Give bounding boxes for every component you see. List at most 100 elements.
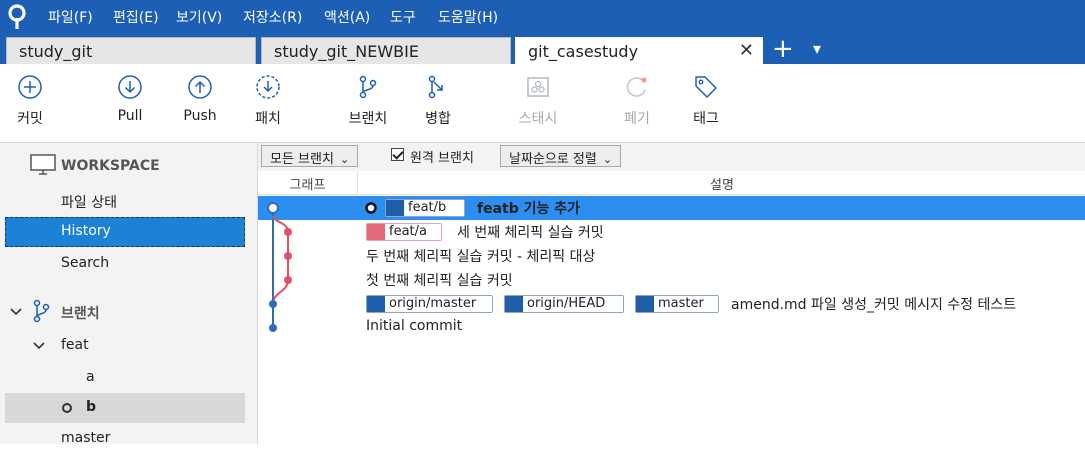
tag-label: 태그 <box>693 111 719 127</box>
graph-node <box>284 228 292 236</box>
branch-button[interactable]: 브랜치 <box>338 74 398 128</box>
sidebar-item-feat[interactable]: feat <box>5 331 245 361</box>
tab-bar: study_git study_git_NEWBIE git_casestudy… <box>0 34 1085 64</box>
push-label: Push <box>183 108 217 124</box>
sourcetree-logo-icon <box>8 4 26 29</box>
branch-label-feat-b[interactable]: feat/b <box>385 199 465 217</box>
tab-menu-icon[interactable]: ▾ <box>813 39 821 58</box>
menu-edit[interactable]: 편집(E) <box>113 7 159 27</box>
commit-row[interactable]: feat/a 세 번째 체리픽 실습 커밋 <box>258 220 1085 244</box>
plus-circle-icon <box>18 75 42 99</box>
commit-row[interactable]: 두 번째 체리픽 실습 커밋 - 체리픽 대상 <box>258 244 1085 268</box>
sidebar-branches-header[interactable]: 브랜치 <box>5 297 245 327</box>
menu-repository[interactable]: 저장소(R) <box>243 7 302 27</box>
branch-filter-dropdown[interactable]: 모든 브랜치 ⌄ <box>261 145 359 167</box>
commit-row[interactable]: Initial commit <box>258 316 1085 340</box>
graph-node <box>284 252 292 260</box>
tab-git-casestudy[interactable]: git_casestudy ✕ <box>515 37 763 64</box>
menu-actions[interactable]: 액션(A) <box>324 7 370 27</box>
stash-button[interactable]: 스태시 <box>508 74 568 128</box>
sidebar-item-label: a <box>86 369 95 385</box>
menu-bar: 파일(F) 편집(E) 보기(V) 저장소(R) 액션(A) 도구 도움말(H) <box>0 0 1085 34</box>
sidebar-item-history[interactable]: History <box>5 217 245 247</box>
chevron-down-icon: ⌄ <box>339 153 350 166</box>
sidebar-item-label: Search <box>61 255 110 271</box>
add-tab-icon[interactable]: + <box>772 34 794 64</box>
pull-label: Pull <box>117 108 143 124</box>
tag-button[interactable]: 태그 <box>676 74 736 128</box>
merge-button[interactable]: 병합 <box>408 74 468 128</box>
head-marker-icon <box>365 202 377 214</box>
push-button[interactable]: Push <box>170 74 230 124</box>
sidebar-item-search[interactable]: Search <box>5 249 245 279</box>
discard-button[interactable]: 폐기 <box>607 74 667 128</box>
sidebar-item-branch-b[interactable]: b <box>5 393 245 423</box>
arrow-down-circle-icon <box>118 75 142 99</box>
commit-graph <box>267 202 292 332</box>
column-header-label: 그래프 <box>289 178 326 193</box>
branch-label-feat-a[interactable]: feat/a <box>366 223 442 241</box>
toolbar: 커밋 Pull Push 패치 브랜치 병합 스태시 폐기 태그 <box>0 64 1085 143</box>
workspace-header: WORKSPACE <box>5 151 245 179</box>
branch-icon <box>367 224 385 240</box>
patch-button[interactable]: 패치 <box>238 74 298 128</box>
sidebar-item-file-status[interactable]: 파일 상태 <box>5 186 245 216</box>
workspace-label: WORKSPACE <box>61 158 160 174</box>
pull-button[interactable]: Pull <box>100 74 160 124</box>
commit-message: amend.md 파일 생성_커밋 메시지 수정 테스트 <box>731 297 1017 313</box>
branch-label-origin-master[interactable]: origin/master <box>366 295 493 313</box>
branch-icon <box>359 75 377 99</box>
column-header-description[interactable]: 설명 <box>359 171 1085 195</box>
commit-row[interactable]: 첫 번째 체리픽 실습 커밋 <box>258 268 1085 292</box>
branch-label-text: origin/HEAD <box>527 296 606 311</box>
branch-label-origin-head[interactable]: origin/HEAD <box>504 295 624 313</box>
menu-view[interactable]: 보기(V) <box>176 7 222 27</box>
menu-tools[interactable]: 도구 <box>390 7 416 27</box>
tab-label: git_casestudy <box>528 42 639 61</box>
stash-label: 스태시 <box>518 111 558 127</box>
branch-label-text: origin/master <box>389 296 477 311</box>
merge-label: 병합 <box>425 111 451 127</box>
branches-label: 브랜치 <box>61 306 100 322</box>
chevron-down-icon <box>10 308 22 316</box>
patch-label: 패치 <box>255 111 281 127</box>
sidebar-item-label: 파일 상태 <box>61 195 117 211</box>
sidebar: WORKSPACE 파일 상태 History Search 브랜치 feat … <box>0 143 258 446</box>
branch-icon <box>367 296 385 312</box>
commit-message: Initial commit <box>366 318 463 334</box>
remote-branches-label: 원격 브랜치 <box>410 151 474 166</box>
current-branch-icon <box>62 403 72 413</box>
commit-label: 커밋 <box>17 111 43 127</box>
commit-row[interactable]: feat/b featb 기능 추가 <box>258 196 1085 220</box>
discard-label: 폐기 <box>624 111 650 127</box>
branch-label-text: master <box>658 296 704 311</box>
branch-label: 브랜치 <box>348 111 388 127</box>
tab-study-git-newbie[interactable]: study_git_NEWBIE <box>261 37 511 64</box>
commit-button[interactable]: 커밋 <box>0 74 60 128</box>
arrow-up-circle-icon <box>188 75 212 99</box>
tag-icon <box>695 76 717 98</box>
graph-node <box>269 300 277 308</box>
sidebar-item-master[interactable]: master <box>5 424 245 454</box>
remote-branches-checkbox[interactable] <box>391 148 404 161</box>
branch-icon <box>386 200 404 216</box>
sidebar-item-branch-a[interactable]: a <box>5 363 245 393</box>
chevron-down-icon: ⌄ <box>602 153 613 166</box>
menu-file[interactable]: 파일(F) <box>48 7 93 27</box>
filter-bar: 모든 브랜치 ⌄ 원격 브랜치 날짜순으로 정렬 ⌄ <box>258 143 1085 171</box>
branch-icon <box>505 296 523 312</box>
close-icon[interactable]: ✕ <box>739 40 754 61</box>
tab-study-git[interactable]: study_git <box>6 37 256 64</box>
chevron-down-icon <box>33 342 45 350</box>
column-header-label: 설명 <box>710 178 734 193</box>
graph-edge-red <box>272 232 289 305</box>
commit-row[interactable]: origin/master origin/HEAD master amend.m… <box>258 292 1085 316</box>
tab-label: study_git_NEWBIE <box>274 42 419 61</box>
graph-node-head <box>267 202 279 214</box>
branch-label-master[interactable]: master <box>635 295 719 313</box>
sort-dropdown[interactable]: 날짜순으로 정렬 ⌄ <box>500 145 622 167</box>
sidebar-item-label: History <box>61 223 111 239</box>
commit-message: 첫 번째 체리픽 실습 커밋 <box>366 273 513 289</box>
menu-help[interactable]: 도움말(H) <box>438 7 498 27</box>
column-header-graph[interactable]: 그래프 <box>258 171 358 195</box>
